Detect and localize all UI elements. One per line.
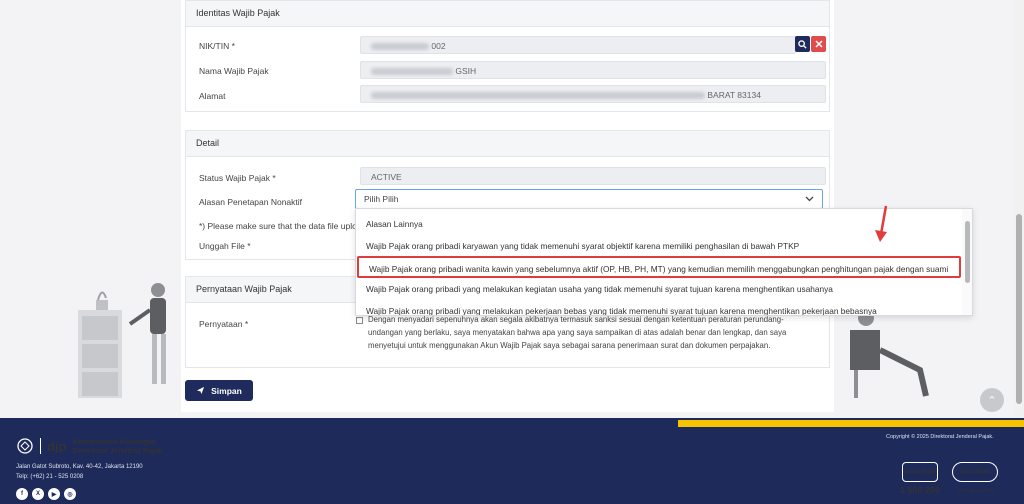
nama-label: Nama Wajib Pajak [199,66,269,76]
nama-value: GSIH [455,66,477,76]
save-button-label: Simpan [211,385,242,396]
search-button[interactable] [795,36,810,52]
pernyataan-line: undangan yang berlaku, saya menyatakan b… [368,328,787,337]
chevron-up-icon: ⌃ [987,394,997,407]
alamat-field: BARAT 83134 [360,85,826,103]
logo-divider [40,438,41,454]
save-button[interactable]: Simpan [185,380,253,401]
status-field: ACTIVE [360,167,826,185]
alamat-label: Alamat [199,91,226,101]
nama-field: GSIH [360,61,826,79]
scroll-to-top-button[interactable]: ⌃ [980,388,1004,412]
chevron-down-icon [805,196,814,202]
phone-line: Telp: (+62) 21 - 525 0208 [16,474,84,480]
footer-accent-stripe [678,420,1024,427]
djp-brand: djp [47,438,67,454]
pernyataan-checkbox[interactable] [356,317,363,324]
unggah-label: Unggah File * [199,241,251,251]
kring-pajak-logo: Kring Pajak [902,462,939,482]
search-icon [798,39,807,49]
send-icon [197,386,205,395]
footer-address: Jalan Gatot Subroto, Kav. 40-42, Jakarta… [16,462,143,482]
dropdown-option-highlighted[interactable]: Wajib Pajak orang pribadi wanita kawin y… [357,256,961,278]
instagram-icon[interactable]: ◎ [64,488,76,500]
kring-number: 1 500 200 [900,485,941,495]
ministry-line: Direktorat Jenderal Pajak [72,446,163,455]
dropdown-scrollbar[interactable] [962,209,972,315]
nik-label: NIK/TIN * [199,41,235,51]
social-links: f X ▶ ◎ [16,488,76,500]
ministry-line: Kementerian Keuangan [72,437,157,446]
ministry-emblem-icon [17,438,33,454]
alasan-select-value: Pilih Pilih [364,194,399,204]
redacted-text [371,43,429,51]
situs-url: www.pajak.go.id [956,488,994,494]
dropdown-scroll-thumb[interactable] [965,221,970,283]
nik-value: 002 [431,41,446,51]
upload-note: *) Please make sure that the data file u… [199,221,362,231]
alamat-value: BARAT 83134 [707,90,761,100]
dropdown-option[interactable]: Wajib Pajak orang pribadi yang melakukan… [356,278,962,300]
ministry-name: Kementerian Keuangan Direktorat Jenderal… [73,437,163,455]
pernyataan-line: menyetujui untuk menggunakan Akun Wajib … [368,341,771,350]
facebook-icon[interactable]: f [16,488,28,500]
pernyataan-label: Pernyataan * [199,319,249,329]
x-icon[interactable]: X [32,488,44,500]
detail-header: Detail [186,131,829,157]
footer-logo: djp Kementerian Keuangan Direktorat Jend… [16,437,163,455]
copyright: Copyright © 2025 Direktorat Jenderal Paj… [886,434,994,440]
clear-button[interactable] [811,36,826,52]
address-line: Jalan Gatot Subroto, Kav. 40-42, Jakarta… [16,464,143,470]
identitas-section: Identitas Wajib Pajak NIK/TIN * 002 Nama… [185,0,830,112]
alasan-label: Alasan Penetapan Nonaktif [199,197,303,207]
annotation-arrow-icon [875,205,888,242]
close-icon [814,40,823,48]
status-label: Status Wajib Pajak * [199,173,276,183]
office-illustration-left [78,283,166,398]
redacted-text [371,68,453,76]
kring-pajak[interactable]: Kring Pajak 1 500 200 [900,462,940,495]
nik-field[interactable]: 002 [360,36,796,54]
page-scroll-thumb[interactable] [1016,214,1022,404]
redacted-text [371,92,705,100]
situs-pajak-logo: Situs Pajak [952,462,998,482]
alasan-select[interactable]: Pilih Pilih [355,189,823,209]
situs-pajak[interactable]: Situs Pajak www.pajak.go.id [952,462,998,494]
identitas-header: Identitas Wajib Pajak [186,1,829,27]
dropdown-option[interactable]: Wajib Pajak orang pribadi yang melakukan… [356,300,962,315]
page-scrollbar[interactable] [1014,0,1024,418]
youtube-icon[interactable]: ▶ [48,488,60,500]
pernyataan-text: Dengan menyadari sepenuhnya akan segala … [368,313,818,352]
footer [0,418,1024,504]
